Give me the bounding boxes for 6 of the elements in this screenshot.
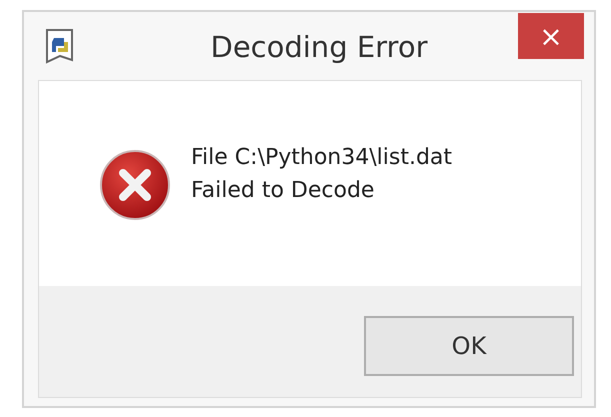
error-message: File C:\Python34\list.dat [191, 144, 452, 172]
window-title: Decoding Error [209, 30, 429, 64]
error-message: Failed to Decode [191, 177, 376, 205]
error-icon [99, 149, 171, 221]
close-button[interactable]: × [518, 13, 584, 59]
ok-button[interactable]: OK [364, 316, 574, 376]
